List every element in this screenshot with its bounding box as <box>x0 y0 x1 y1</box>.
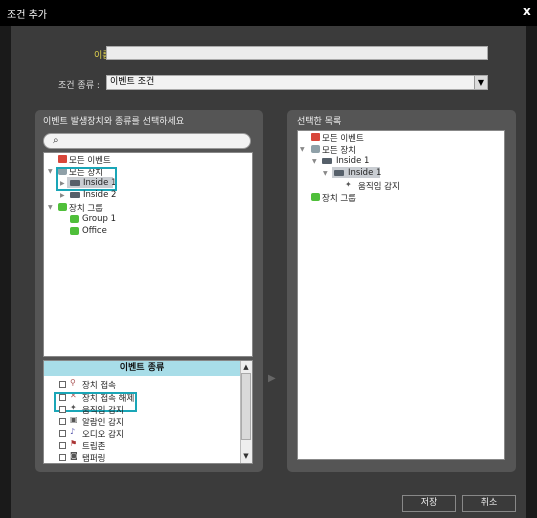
scroll-up-icon[interactable]: ▲ <box>241 362 251 372</box>
event-checkbox[interactable] <box>59 381 66 388</box>
condition-type-value: 이벤트 조건 <box>110 77 155 87</box>
search-icon[interactable]: ⌕ <box>53 135 59 146</box>
condition-type-select[interactable]: 이벤트 조건 ▼ <box>106 75 488 90</box>
expand-arrow-icon[interactable]: ▼ <box>300 146 305 153</box>
group-icon <box>70 227 79 235</box>
event-item[interactable]: 알람인 감지 <box>82 416 124 428</box>
event-checkbox[interactable] <box>59 418 66 425</box>
group-icon <box>311 193 320 201</box>
expand-arrow-icon[interactable]: ▼ <box>323 170 328 177</box>
search-input[interactable] <box>43 133 251 149</box>
close-button[interactable]: x <box>523 4 531 18</box>
all-events-icon <box>58 155 67 163</box>
chevron-down-icon[interactable]: ▼ <box>474 76 487 89</box>
tree-item-inside-2[interactable]: Inside 2 <box>83 190 116 200</box>
tree-item-device-group[interactable]: 장치 그룹 <box>69 202 103 214</box>
event-item[interactable]: 오디오 감지 <box>82 428 124 440</box>
all-events-icon <box>311 133 320 141</box>
expand-arrow-icon[interactable]: ▶ <box>60 192 65 199</box>
selected-item-all-devices[interactable]: 모든 장치 <box>322 144 356 156</box>
selected-item-inside-1[interactable]: Inside 1 <box>336 156 369 166</box>
event-checkbox[interactable] <box>59 442 66 449</box>
event-checkbox[interactable] <box>59 430 66 437</box>
selected-item-inside-1-child[interactable]: Inside 1 <box>348 168 381 178</box>
event-item[interactable]: 장치 접속 <box>82 379 116 391</box>
tampering-icon: ◙ <box>70 451 78 460</box>
tree-item-group-1[interactable]: Group 1 <box>82 214 116 224</box>
expand-arrow-icon[interactable]: ▼ <box>48 204 53 211</box>
plug-icon: ⚲ <box>70 378 76 387</box>
highlight-box <box>56 167 117 191</box>
selected-item-motion[interactable]: 움직임 감지 <box>358 180 400 192</box>
selected-list-panel-title: 선택한 목록 <box>297 117 342 127</box>
audio-icon: ♪ <box>70 427 76 436</box>
camera-icon <box>70 192 80 198</box>
event-item[interactable]: 움직임 감지 <box>82 404 124 416</box>
camera-icon <box>334 170 344 176</box>
tripzone-icon: ⚑ <box>70 439 78 448</box>
tree-item-all-events[interactable]: 모든 이벤트 <box>69 154 111 166</box>
selected-item-device-group[interactable]: 장치 그룹 <box>322 192 356 204</box>
name-input[interactable] <box>106 46 488 60</box>
group-icon <box>70 215 79 223</box>
condition-type-label: 조건 종류 : <box>58 81 100 91</box>
window-title: 조건 추가 <box>7 10 47 21</box>
device-event-panel-title: 이벤트 발생장치와 종류를 선택하세요 <box>43 117 185 127</box>
cube-icon <box>311 145 320 153</box>
event-checkbox[interactable] <box>59 454 66 461</box>
group-icon <box>58 203 67 211</box>
tree-item-office[interactable]: Office <box>82 226 107 236</box>
selected-tree <box>297 130 505 460</box>
alarm-icon: ▣ <box>70 415 78 424</box>
motion-icon: ✦ <box>70 403 77 412</box>
event-checkbox[interactable] <box>59 406 66 413</box>
event-type-header: 이벤트 종류 <box>44 361 240 376</box>
scroll-thumb[interactable] <box>241 373 251 440</box>
cancel-button[interactable]: 취소 <box>462 495 516 512</box>
event-item[interactable]: 탬퍼링 <box>82 452 105 464</box>
title-bar <box>0 0 537 26</box>
event-item[interactable]: 트립존 <box>82 440 105 452</box>
scroll-down-icon[interactable]: ▼ <box>241 451 251 461</box>
expand-arrow-icon[interactable]: ▼ <box>48 168 53 175</box>
save-button[interactable]: 저장 <box>402 495 456 512</box>
move-arrow-icon[interactable]: ▶ <box>268 373 276 384</box>
camera-icon <box>322 158 332 164</box>
motion-icon: ✦ <box>345 180 352 189</box>
selected-item-all-events[interactable]: 모든 이벤트 <box>322 132 364 144</box>
expand-arrow-icon[interactable]: ▼ <box>312 158 317 165</box>
